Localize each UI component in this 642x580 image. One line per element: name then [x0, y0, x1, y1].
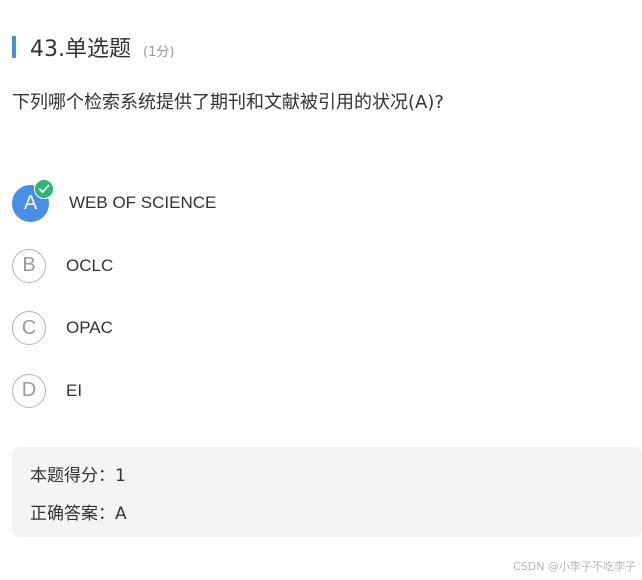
result-panel: 本题得分：1 正确答案：A	[12, 447, 642, 537]
option-c[interactable]: C OPAC	[12, 309, 216, 347]
question-score: (1分)	[143, 44, 175, 60]
check-icon	[34, 179, 54, 199]
watermark: CSDN @小李子不吃李子	[513, 560, 636, 573]
option-text-a: WEB OF SCIENCE	[69, 193, 217, 212]
options-list: A WEB OF SCIENCE B OCLC C OPAC D EI	[12, 179, 217, 434]
question-header: 43.单选题 (1分)	[12, 32, 174, 62]
option-d[interactable]: D EI	[12, 372, 216, 410]
correct-answer: 正确答案：A	[30, 504, 127, 524]
option-a[interactable]: A WEB OF SCIENCE	[12, 179, 217, 222]
question-text: 下列哪个检索系统提供了期刊和文献被引用的状况(A)?	[12, 92, 444, 113]
option-letter-b[interactable]: B	[12, 248, 46, 283]
option-letter-c[interactable]: C	[12, 311, 46, 345]
option-b[interactable]: B OCLC	[12, 247, 216, 285]
score-result: 本题得分：1	[30, 466, 126, 486]
option-text-c: OPAC	[66, 318, 113, 337]
option-text-d: EI	[66, 380, 83, 400]
option-letter-d[interactable]: D	[12, 373, 46, 408]
question-title: 43.单选题	[30, 37, 131, 62]
option-text-b: OCLC	[66, 255, 114, 275]
accent-bar	[12, 36, 16, 58]
